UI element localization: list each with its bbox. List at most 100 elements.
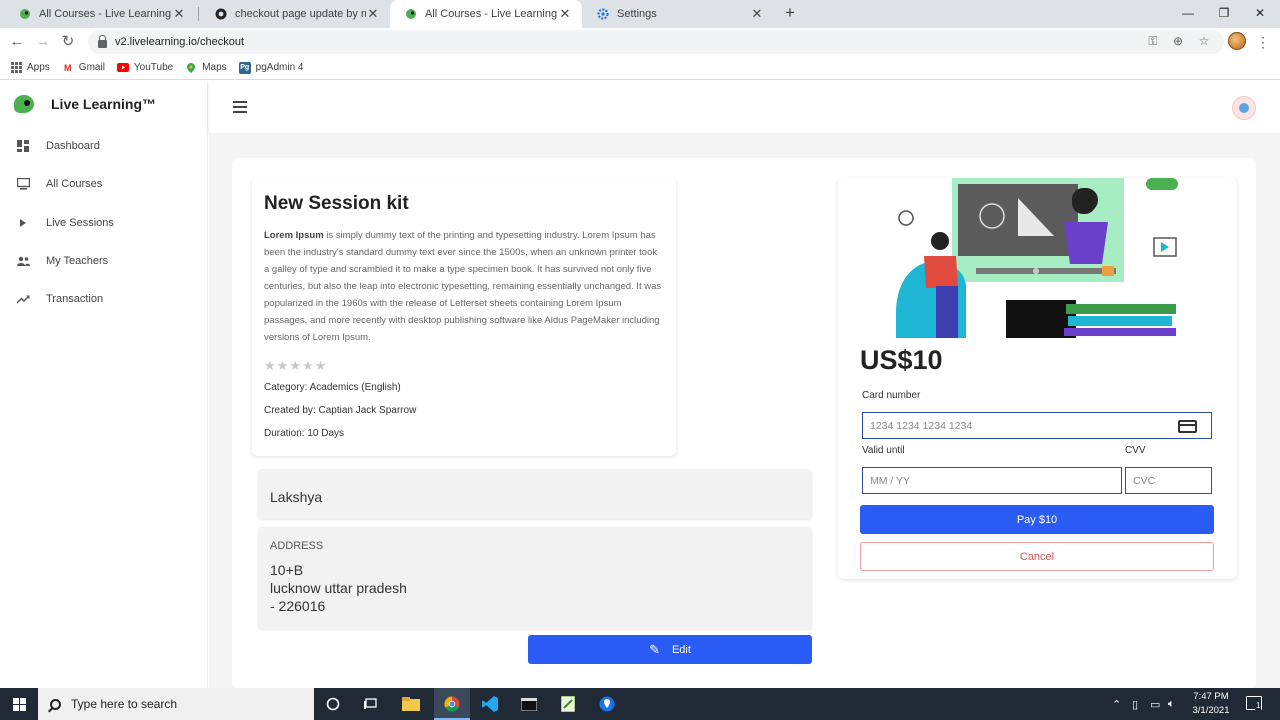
bookmark-label: Maps (202, 62, 227, 73)
expiry-placeholder: MM / YY (870, 474, 911, 487)
cvc-field[interactable]: CVC (1125, 467, 1212, 494)
search-icon (50, 698, 61, 710)
gmail-icon: M (64, 62, 72, 73)
sidebar-item-label: All Courses (46, 178, 103, 190)
new-tab-button[interactable]: + (780, 3, 800, 23)
start-button[interactable] (0, 688, 38, 720)
maps-icon (185, 62, 197, 74)
browser-tab[interactable]: Settings ✕ (582, 0, 774, 28)
sidebar: Live Learning™ Dashboard All Courses Liv… (0, 81, 208, 688)
bookmark-label: Gmail (78, 62, 105, 73)
taskbar-search[interactable]: Type here to search (38, 688, 314, 720)
edit-label: Edit (671, 643, 691, 656)
chrome-icon[interactable] (440, 692, 464, 716)
course-title: New Session kit (264, 193, 409, 214)
live-learning-icon (404, 7, 418, 21)
maps-pin-icon[interactable] (595, 692, 619, 716)
address-card: ADDRESS 10+B lucknow uttar pradesh - 226… (258, 527, 812, 629)
vscode-icon[interactable] (478, 692, 502, 716)
clock-date: 3/1/2021 (1192, 705, 1230, 716)
close-icon[interactable]: ✕ (172, 6, 186, 22)
device-icon[interactable]: ▯ (1132, 688, 1138, 720)
menu-dots-icon[interactable]: ⋮ (1256, 32, 1270, 52)
tab-separator (198, 7, 199, 21)
bookmark-gmail[interactable]: M Gmail (62, 62, 105, 74)
play-icon (16, 216, 30, 230)
close-icon[interactable]: ✕ (366, 6, 380, 22)
people-icon (16, 254, 30, 268)
url-text: v2.livelearning.io/checkout (115, 36, 245, 48)
pay-button[interactable]: Pay $10 (860, 505, 1214, 534)
minimize-icon[interactable]: — (1170, 0, 1206, 28)
back-icon[interactable]: ← (7, 32, 27, 52)
sidebar-item-all-courses[interactable]: All Courses (0, 169, 208, 199)
user-avatar[interactable] (1232, 96, 1256, 120)
star-icon[interactable]: ★ (277, 358, 289, 374)
sidebar-item-live-sessions[interactable]: Live Sessions (0, 208, 208, 238)
address-bar[interactable]: v2.livelearning.io/checkout (88, 30, 1224, 54)
course-details-card: New Session kit Lorem Ipsum is simply du… (252, 178, 676, 456)
cvv-label: CVV (1125, 445, 1146, 456)
star-icon[interactable]: ★ (315, 358, 327, 374)
classroom-illustration (896, 178, 1178, 338)
battery-icon[interactable]: ▭ (1150, 688, 1160, 720)
card-number-field[interactable]: 1234 1234 1234 1234 (862, 412, 1212, 439)
rating-stars[interactable]: ★ ★ ★ ★ ★ (264, 358, 664, 374)
bookmark-youtube[interactable]: YouTube (116, 62, 174, 74)
gear-icon (596, 7, 610, 21)
browser-tab-active[interactable]: All Courses - Live Learning ✕ (390, 0, 582, 28)
address-line: - 226016 (270, 598, 326, 614)
sidebar-item-my-teachers[interactable]: My Teachers (0, 246, 208, 276)
close-icon[interactable]: ✕ (558, 6, 572, 22)
forward-icon[interactable]: → (33, 32, 53, 52)
courses-icon (16, 177, 30, 191)
close-icon[interactable]: ✕ (750, 6, 764, 22)
cancel-button[interactable]: Cancel (860, 542, 1214, 571)
bookmark-maps[interactable]: Maps (185, 62, 227, 74)
bookmark-label: YouTube (133, 62, 174, 73)
apps-grid-icon (10, 62, 22, 74)
taskbar-search-placeholder: Type here to search (71, 697, 178, 711)
terminal-icon[interactable] (517, 692, 541, 716)
clock-time: 7:47 PM (1193, 691, 1229, 702)
hamburger-menu-icon[interactable] (233, 101, 247, 113)
star-icon[interactable]: ★ (289, 358, 301, 374)
expiry-field[interactable]: MM / YY (862, 467, 1122, 494)
key-icon[interactable]: ⚿ (1145, 33, 1161, 49)
system-clock[interactable]: 7:47 PM 3/1/2021 (1188, 690, 1234, 718)
sidebar-item-label: Live Sessions (46, 217, 114, 229)
browser-toolbar: ← → ↻ v2.livelearning.io/checkout ⚿ ⊕ ☆ … (0, 28, 1280, 56)
notepad-plus-icon[interactable] (556, 692, 580, 716)
tab-label: checkout page update by murug (235, 8, 366, 20)
address-lines: 10+B lucknow uttar pradesh - 226016 (270, 561, 800, 615)
tab-label: Settings (617, 8, 657, 20)
address-line: 10+B (270, 562, 304, 578)
volume-icon[interactable]: 🔈︎ (1168, 688, 1175, 720)
card-number-placeholder: 1234 1234 1234 1234 (870, 419, 973, 432)
profile-avatar[interactable] (1228, 32, 1246, 50)
bookmark-pgadmin[interactable]: Pg pgAdmin 4 (238, 61, 303, 74)
bookmark-apps[interactable]: Apps (10, 62, 50, 74)
install-icon[interactable]: ⊕ (1170, 33, 1186, 49)
sidebar-item-dashboard[interactable]: Dashboard (0, 131, 208, 161)
pgadmin-icon: Pg (238, 61, 251, 74)
tab-label: All Courses - Live Learning (39, 8, 172, 20)
show-hidden-icons[interactable]: ⌃ (1112, 688, 1121, 720)
sidebar-item-transaction[interactable]: Transaction (0, 284, 208, 314)
star-icon[interactable]: ★ (264, 358, 276, 374)
browser-tab-bar: All Courses - Live Learning ✕ checkout p… (0, 0, 1280, 28)
star-icon[interactable]: ★ (302, 358, 314, 374)
youtube-icon (116, 62, 129, 74)
star-icon[interactable]: ☆ (1196, 33, 1212, 49)
window-close-icon[interactable]: ✕ (1242, 0, 1278, 28)
cortana-icon[interactable] (321, 692, 345, 716)
reload-icon[interactable]: ↻ (58, 32, 78, 52)
app-topbar (209, 81, 1280, 133)
restore-icon[interactable]: ❐ (1206, 0, 1242, 28)
browser-tab[interactable]: All Courses - Live Learning ✕ (4, 0, 196, 28)
edit-address-button[interactable]: ✎ Edit (528, 635, 812, 664)
task-view-icon[interactable] (359, 692, 383, 716)
file-explorer-icon[interactable] (399, 692, 423, 716)
brand[interactable]: Live Learning™ (14, 95, 156, 113)
browser-tab[interactable]: checkout page update by murug ✕ (200, 0, 390, 28)
